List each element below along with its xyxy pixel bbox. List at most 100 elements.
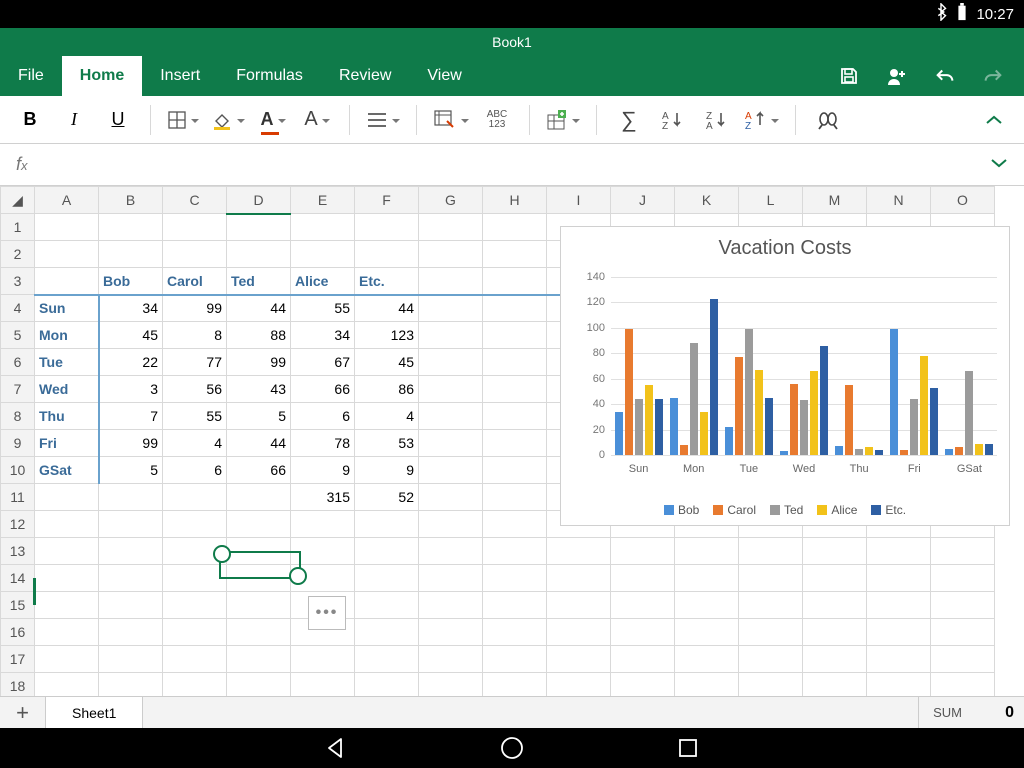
cell-N14[interactable] [867,565,931,592]
cell-D11[interactable] [227,484,291,511]
cell-M13[interactable] [803,538,867,565]
cell-H16[interactable] [483,619,547,646]
cell-C3[interactable]: Carol [163,268,227,295]
row-header-17[interactable]: 17 [1,646,35,673]
cell-F18[interactable] [355,673,419,697]
cell-E7[interactable]: 66 [291,376,355,403]
col-header-E[interactable]: E [291,187,355,214]
cell-A15[interactable] [35,592,99,619]
cell-F1[interactable] [355,214,419,241]
number-format-button[interactable] [433,103,469,137]
cell-N17[interactable] [867,646,931,673]
cell-D3[interactable]: Ted [227,268,291,295]
borders-button[interactable] [167,103,199,137]
insert-cells-button[interactable] [546,103,580,137]
col-header-L[interactable]: L [739,187,803,214]
tab-review[interactable]: Review [321,56,409,96]
cell-D13[interactable] [227,538,291,565]
cell-B16[interactable] [99,619,163,646]
cell-D15[interactable] [227,592,291,619]
cell-E11[interactable]: 315 [291,484,355,511]
cell-G17[interactable] [419,646,483,673]
cell-G11[interactable] [419,484,483,511]
cell-I13[interactable] [547,538,611,565]
cell-J18[interactable] [611,673,675,697]
cell-D1[interactable] [227,214,291,241]
col-header-K[interactable]: K [675,187,739,214]
cell-I17[interactable] [547,646,611,673]
cell-A6[interactable]: Tue [35,349,99,376]
cell-B9[interactable]: 99 [99,430,163,457]
cell-D4[interactable]: 44 [227,295,291,322]
italic-button[interactable]: I [58,103,90,137]
cell-N18[interactable] [867,673,931,697]
cell-E10[interactable]: 9 [291,457,355,484]
cell-B18[interactable] [99,673,163,697]
cell-O18[interactable] [931,673,995,697]
cell-F6[interactable]: 45 [355,349,419,376]
cell-A12[interactable] [35,511,99,538]
tab-formulas[interactable]: Formulas [218,56,321,96]
cell-C10[interactable]: 6 [163,457,227,484]
cell-G7[interactable] [419,376,483,403]
cell-L14[interactable] [739,565,803,592]
cell-A1[interactable] [35,214,99,241]
cell-A11[interactable] [35,484,99,511]
cell-A4[interactable]: Sun [35,295,99,322]
cell-L15[interactable] [739,592,803,619]
cell-H5[interactable] [483,322,547,349]
cell-J13[interactable] [611,538,675,565]
cell-D9[interactable]: 44 [227,430,291,457]
cell-F13[interactable] [355,538,419,565]
col-header-G[interactable]: G [419,187,483,214]
cell-C5[interactable]: 8 [163,322,227,349]
cell-C6[interactable]: 77 [163,349,227,376]
cell-B13[interactable] [99,538,163,565]
cell-K14[interactable] [675,565,739,592]
cell-A8[interactable]: Thu [35,403,99,430]
cell-A10[interactable]: GSat [35,457,99,484]
cell-E8[interactable]: 6 [291,403,355,430]
sort-custom-button[interactable]: AZ [745,103,779,137]
cell-G5[interactable] [419,322,483,349]
cell-B15[interactable] [99,592,163,619]
cell-D16[interactable] [227,619,291,646]
autosum-button[interactable]: ∑ [613,103,645,137]
add-sheet-button[interactable]: + [0,697,46,728]
row-header-12[interactable]: 12 [1,511,35,538]
tab-insert[interactable]: Insert [142,56,218,96]
col-header-A[interactable]: A [35,187,99,214]
cell-A5[interactable]: Mon [35,322,99,349]
row-header-11[interactable]: 11 [1,484,35,511]
cell-L18[interactable] [739,673,803,697]
cell-N15[interactable] [867,592,931,619]
row-header-8[interactable]: 8 [1,403,35,430]
cell-A3[interactable] [35,268,99,295]
abc-button[interactable]: ABC123 [481,103,513,137]
collapse-ribbon-icon[interactable] [978,103,1010,137]
cell-H18[interactable] [483,673,547,697]
cell-D17[interactable] [227,646,291,673]
cell-H3[interactable] [483,268,547,295]
cell-B5[interactable]: 45 [99,322,163,349]
home-icon[interactable] [499,735,525,761]
cell-F17[interactable] [355,646,419,673]
cell-K18[interactable] [675,673,739,697]
cell-B7[interactable]: 3 [99,376,163,403]
cell-L16[interactable] [739,619,803,646]
cell-I16[interactable] [547,619,611,646]
context-menu-button[interactable]: ••• [308,596,346,630]
cell-C1[interactable] [163,214,227,241]
cell-G14[interactable] [419,565,483,592]
cell-C13[interactable] [163,538,227,565]
row-header-14[interactable]: 14 [1,565,35,592]
cell-H15[interactable] [483,592,547,619]
cell-F16[interactable] [355,619,419,646]
cell-O14[interactable] [931,565,995,592]
cell-D8[interactable]: 5 [227,403,291,430]
cell-G18[interactable] [419,673,483,697]
cell-A2[interactable] [35,241,99,268]
cell-O13[interactable] [931,538,995,565]
expand-formula-icon[interactable] [990,156,1008,174]
cell-F9[interactable]: 53 [355,430,419,457]
